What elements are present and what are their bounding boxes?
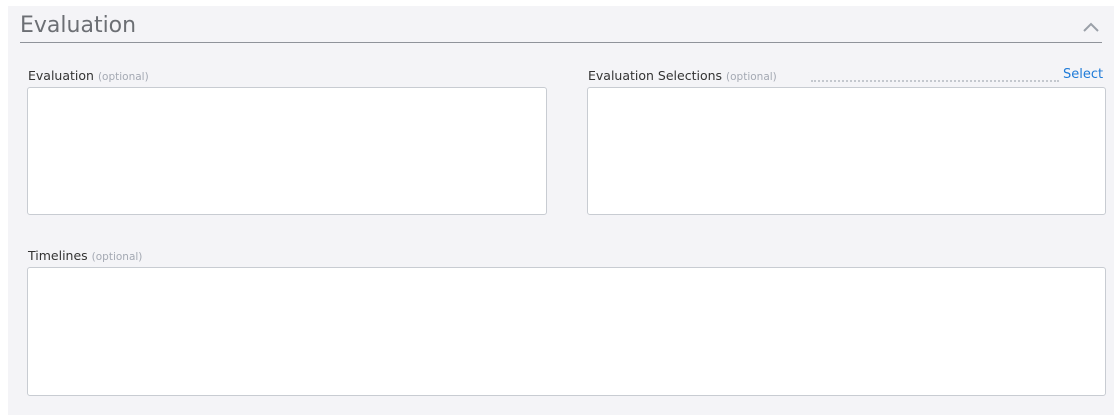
evaluation-selections-label-text: Evaluation Selections [588, 68, 723, 83]
evaluation-selections-label: Evaluation Selections (optional) [588, 68, 777, 85]
timelines-optional-tag: (optional) [91, 251, 143, 263]
select-link[interactable]: Select [1063, 67, 1103, 83]
evaluation-label: Evaluation (optional) [28, 68, 149, 85]
dotted-leader [811, 80, 1059, 82]
evaluation-selections-optional-tag: (optional) [726, 71, 777, 83]
evaluation-label-text: Evaluation [28, 68, 94, 83]
evaluation-selections-field[interactable] [587, 87, 1106, 215]
timelines-label-text: Timelines [28, 248, 88, 263]
chevron-up-icon[interactable] [1082, 21, 1100, 33]
section-title: Evaluation [20, 13, 137, 38]
evaluation-field[interactable] [27, 87, 547, 215]
timelines-label: Timelines (optional) [28, 248, 142, 265]
timelines-field[interactable] [27, 267, 1106, 396]
section-header: Evaluation [20, 12, 1102, 43]
evaluation-optional-tag: (optional) [97, 71, 149, 83]
